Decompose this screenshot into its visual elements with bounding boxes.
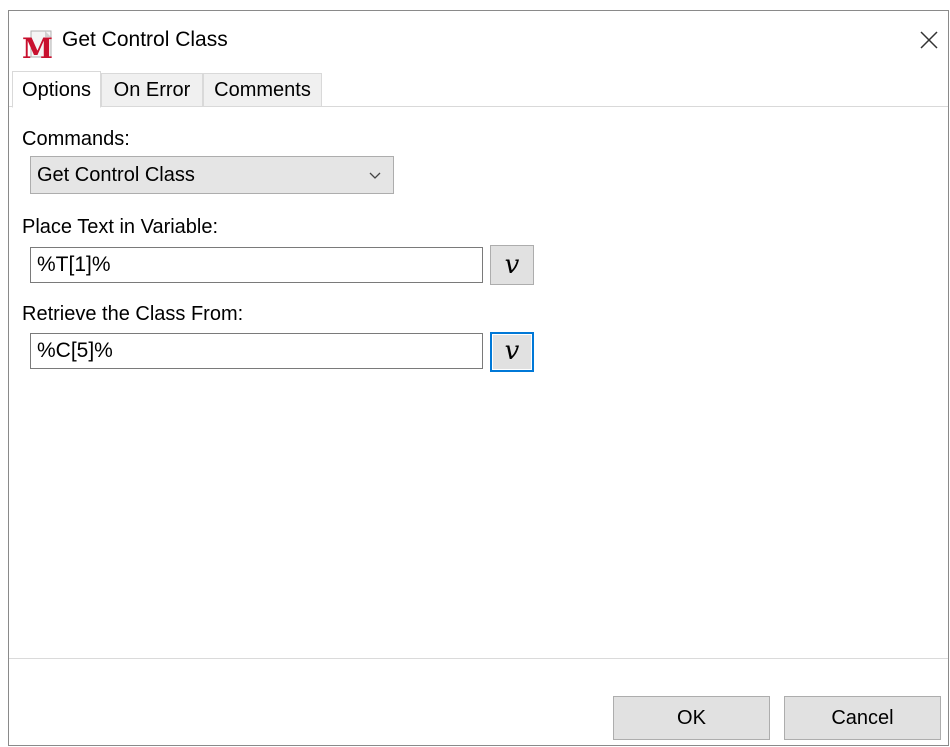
macro-m-icon: M <box>22 30 53 61</box>
retrieve-class-label: Retrieve the Class From: <box>22 303 244 325</box>
commands-selected-value: Get Control Class <box>37 164 195 186</box>
commands-label: Commands: <box>22 128 130 150</box>
place-text-variable-input[interactable]: %T[1]% <box>30 247 483 283</box>
close-icon[interactable] <box>914 25 944 55</box>
commands-dropdown[interactable]: Get Control Class <box>30 156 394 194</box>
tab-on-error[interactable]: On Error <box>101 73 203 107</box>
retrieve-class-variable-button[interactable]: v <box>490 332 534 372</box>
dialog-window: M Get Control Class Options On Error Com… <box>8 10 949 746</box>
footer-divider <box>9 658 948 659</box>
retrieve-class-input[interactable]: %C[5]% <box>30 333 483 369</box>
svg-text:M: M <box>22 32 53 61</box>
ok-button[interactable]: OK <box>613 696 770 740</box>
retrieve-class-value: %C[5]% <box>37 339 113 362</box>
window-title: Get Control Class <box>62 28 228 51</box>
cancel-button[interactable]: Cancel <box>784 696 941 740</box>
place-text-label: Place Text in Variable: <box>22 216 219 238</box>
place-text-variable-value: %T[1]% <box>37 253 111 276</box>
title-bar: M Get Control Class <box>9 11 948 73</box>
place-text-variable-button[interactable]: v <box>490 245 534 285</box>
tab-options[interactable]: Options <box>12 71 101 108</box>
tab-comments[interactable]: Comments <box>203 73 322 107</box>
chevron-down-icon <box>369 172 381 179</box>
